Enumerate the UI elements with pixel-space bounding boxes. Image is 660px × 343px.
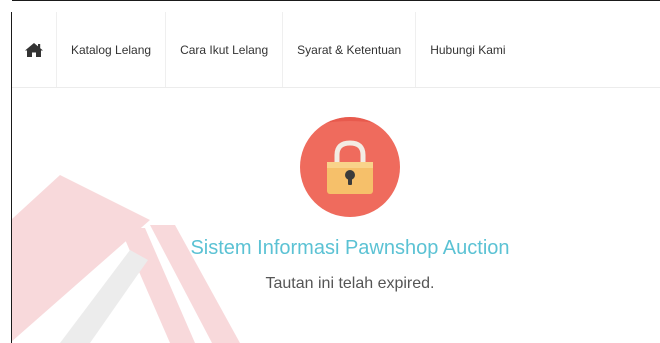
page-title: Sistem Informasi Pawnshop Auction <box>190 237 510 259</box>
window-left-edge <box>0 0 12 343</box>
nav-item-label: Hubungi Kami <box>430 42 506 57</box>
nav-item-label: Cara Ikut Lelang <box>180 42 269 57</box>
nav-item-katalog-lelang[interactable]: Katalog Lelang <box>57 12 167 87</box>
nav-item-label: Katalog Lelang <box>71 42 152 57</box>
browser-page: Katalog Lelang Cara Ikut Lelang Syarat &… <box>0 0 660 343</box>
expired-link-panel: Sistem Informasi Pawnshop Auction Tautan… <box>12 89 660 343</box>
home-button[interactable] <box>12 12 57 87</box>
nav-item-syarat-ketentuan[interactable]: Syarat & Ketentuan <box>283 12 417 87</box>
home-icon <box>25 42 43 57</box>
lock-badge <box>300 117 400 217</box>
window-top-edge <box>0 0 660 12</box>
expired-message: Tautan ini telah expired. <box>265 275 435 292</box>
nav-item-cara-ikut-lelang[interactable]: Cara Ikut Lelang <box>166 12 284 87</box>
nav-item-label: Syarat & Ketentuan <box>297 42 402 57</box>
top-navbar: Katalog Lelang Cara Ikut Lelang Syarat &… <box>12 12 660 88</box>
nav-item-hubungi-kami[interactable]: Hubungi Kami <box>416 12 519 87</box>
lock-icon <box>300 117 400 194</box>
